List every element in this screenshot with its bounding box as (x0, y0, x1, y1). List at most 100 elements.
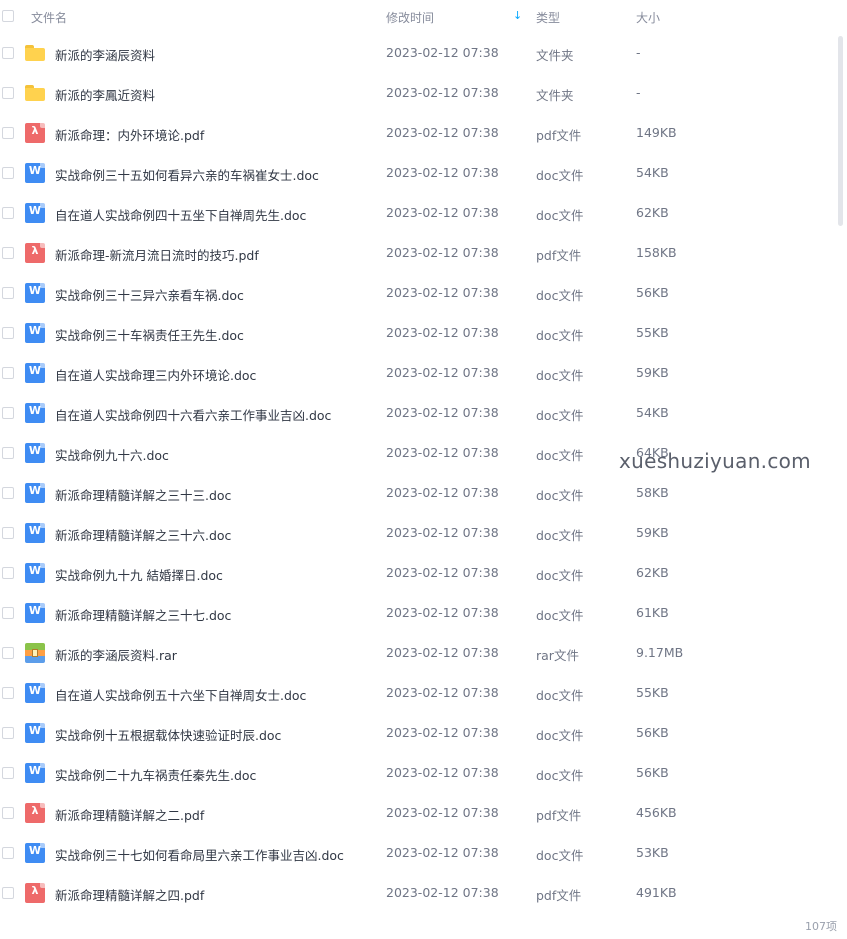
select-all-checkbox[interactable] (2, 10, 14, 22)
doc-icon: W (25, 763, 45, 783)
file-row[interactable]: W 实战命例九十九 結婚擇日.doc 2023-02-12 07:38 doc文件 62… (0, 553, 830, 593)
row-checkbox[interactable] (2, 127, 14, 139)
row-checkbox[interactable] (2, 607, 14, 619)
file-type: doc文件 (536, 608, 584, 623)
file-row[interactable]: W 实战命例三十五如何看异六亲的车祸崔女士.doc 2023-02-12 07:38… (0, 153, 830, 193)
file-name[interactable]: 实战命例二十九车祸责任秦先生.doc (55, 765, 256, 784)
file-row[interactable]: W 自在道人实战命例四十五坐下自禅周先生.doc 2023-02-12 07:38 d… (0, 193, 830, 233)
column-header-time[interactable]: 修改时间 (386, 9, 434, 26)
file-row[interactable]: 新派的李鳳近资料 2023-02-12 07:38 文件夹 - (0, 73, 830, 113)
pdf-icon: λ (25, 883, 45, 903)
file-row[interactable]: W 自在道人实战命例四十六看六亲工作事业吉凶.doc 2023-02-12 07:3… (0, 393, 830, 433)
file-name[interactable]: 自在道人实战命理三内外环境论.doc (55, 365, 256, 384)
file-type: pdf文件 (536, 888, 582, 903)
file-size: 56KB (636, 285, 669, 300)
row-checkbox[interactable] (2, 887, 14, 899)
file-row[interactable]: λ 新派命理-新流月流日流时的技巧.pdf 2023-02-12 07:38 pdf文… (0, 233, 830, 273)
file-name[interactable]: 实战命例九十九 結婚擇日.doc (55, 565, 223, 584)
file-row[interactable]: 新派的李涵辰资料.rar 2023-02-12 07:38 rar文件 9.17MB (0, 633, 830, 673)
file-type: pdf文件 (536, 248, 582, 263)
row-checkbox[interactable] (2, 727, 14, 739)
file-row[interactable]: W 新派命理精髓详解之三十三.doc 2023-02-12 07:38 doc文件 58… (0, 473, 830, 513)
doc-icon: W (25, 363, 45, 383)
file-name[interactable]: 实战命例十五根据载体快速验证时辰.doc (55, 725, 281, 744)
file-name[interactable]: 新派命理-新流月流日流时的技巧.pdf (55, 245, 259, 264)
file-size: 54KB (636, 165, 669, 180)
row-checkbox[interactable] (2, 847, 14, 859)
doc-icon: W (25, 163, 45, 183)
file-row[interactable]: λ 新派命理精髓详解之四.pdf 2023-02-12 07:38 pdf文件 491K… (0, 873, 830, 913)
file-name[interactable]: 实战命例三十五如何看异六亲的车祸崔女士.doc (55, 165, 319, 184)
row-checkbox[interactable] (2, 447, 14, 459)
row-checkbox[interactable] (2, 207, 14, 219)
file-modified-time: 2023-02-12 07:38 (386, 605, 499, 620)
file-name[interactable]: 新派命理精髓详解之三十三.doc (55, 485, 231, 504)
row-checkbox[interactable] (2, 367, 14, 379)
row-checkbox[interactable] (2, 167, 14, 179)
column-header-size[interactable]: 大小 (636, 9, 660, 26)
row-checkbox[interactable] (2, 287, 14, 299)
row-checkbox[interactable] (2, 87, 14, 99)
file-modified-time: 2023-02-12 07:38 (386, 885, 499, 900)
file-row[interactable]: W 实战命例三十三异六亲看车祸.doc 2023-02-12 07:38 doc文件 5… (0, 273, 830, 313)
file-size: 456KB (636, 805, 677, 820)
row-checkbox[interactable] (2, 767, 14, 779)
watermark-text: xueshuziyuan.com (619, 449, 811, 473)
file-size: 149KB (636, 125, 677, 140)
file-row[interactable]: W 新派命理精髓详解之三十七.doc 2023-02-12 07:38 doc文件 61… (0, 593, 830, 633)
file-name[interactable]: 自在道人实战命例四十五坐下自禅周先生.doc (55, 205, 306, 224)
column-header-type[interactable]: 类型 (536, 9, 560, 26)
row-checkbox[interactable] (2, 487, 14, 499)
file-name[interactable]: 实战命例三十七如何看命局里六亲工作事业吉凶.doc (55, 845, 344, 864)
scrollbar-thumb[interactable] (838, 36, 843, 226)
file-modified-time: 2023-02-12 07:38 (386, 725, 499, 740)
column-header-name[interactable]: 文件名 (31, 9, 67, 26)
file-row[interactable]: λ 新派命理精髓详解之二.pdf 2023-02-12 07:38 pdf文件 456K… (0, 793, 830, 833)
doc-icon: W (25, 843, 45, 863)
file-size: - (636, 45, 641, 60)
doc-icon: W (25, 523, 45, 543)
file-name[interactable]: 新派命理精髓详解之三十六.doc (55, 525, 231, 544)
file-row[interactable]: W 新派命理精髓详解之三十六.doc 2023-02-12 07:38 doc文件 59… (0, 513, 830, 553)
file-row[interactable]: 新派的李涵辰资料 2023-02-12 07:38 文件夹 - (0, 33, 830, 73)
row-checkbox[interactable] (2, 527, 14, 539)
file-name[interactable]: 自在道人实战命例五十六坐下自禅周女士.doc (55, 685, 306, 704)
file-row[interactable]: W 自在道人实战命例五十六坐下自禅周女士.doc 2023-02-12 07:38 d… (0, 673, 830, 713)
doc-icon: W (25, 403, 45, 423)
row-checkbox[interactable] (2, 567, 14, 579)
file-name[interactable]: 新派命理：内外环境论.pdf (55, 125, 204, 144)
file-name[interactable]: 自在道人实战命例四十六看六亲工作事业吉凶.doc (55, 405, 331, 424)
file-type: doc文件 (536, 848, 584, 863)
row-checkbox[interactable] (2, 647, 14, 659)
file-type: 文件夹 (536, 88, 574, 103)
file-modified-time: 2023-02-12 07:38 (386, 285, 499, 300)
file-row[interactable]: λ 新派命理：内外环境论.pdf 2023-02-12 07:38 pdf文件 149K… (0, 113, 830, 153)
arrow-down-icon[interactable]: ↓ (513, 9, 522, 22)
row-checkbox[interactable] (2, 407, 14, 419)
file-row[interactable]: W 自在道人实战命理三内外环境论.doc 2023-02-12 07:38 doc文件… (0, 353, 830, 393)
file-name[interactable]: 新派的李涵辰资料 (55, 45, 155, 64)
file-name[interactable]: 新派命理精髓详解之四.pdf (55, 885, 204, 904)
file-name[interactable]: 新派的李鳳近资料 (55, 85, 155, 104)
file-row[interactable]: W 实战命例十五根据载体快速验证时辰.doc 2023-02-12 07:38 doc… (0, 713, 830, 753)
file-size: 158KB (636, 245, 677, 260)
file-name[interactable]: 实战命例九十六.doc (55, 445, 169, 464)
row-checkbox[interactable] (2, 327, 14, 339)
row-checkbox[interactable] (2, 247, 14, 259)
file-row[interactable]: W 实战命例三十车祸责任王先生.doc 2023-02-12 07:38 doc文件 5… (0, 313, 830, 353)
scrollbar[interactable] (835, 36, 845, 916)
file-type: rar文件 (536, 648, 579, 663)
file-name[interactable]: 新派命理精髓详解之三十七.doc (55, 605, 231, 624)
row-checkbox[interactable] (2, 687, 14, 699)
row-checkbox[interactable] (2, 807, 14, 819)
file-modified-time: 2023-02-12 07:38 (386, 125, 499, 140)
file-row[interactable]: W 实战命例三十七如何看命局里六亲工作事业吉凶.doc 2023-02-12 07:… (0, 833, 830, 873)
file-row[interactable]: W 实战命例二十九车祸责任秦先生.doc 2023-02-12 07:38 doc文件… (0, 753, 830, 793)
file-name[interactable]: 新派命理精髓详解之二.pdf (55, 805, 204, 824)
file-modified-time: 2023-02-12 07:38 (386, 245, 499, 260)
file-name[interactable]: 实战命例三十车祸责任王先生.doc (55, 325, 244, 344)
file-name[interactable]: 实战命例三十三异六亲看车祸.doc (55, 285, 244, 304)
file-size: - (636, 85, 641, 100)
file-name[interactable]: 新派的李涵辰资料.rar (55, 645, 177, 664)
row-checkbox[interactable] (2, 47, 14, 59)
